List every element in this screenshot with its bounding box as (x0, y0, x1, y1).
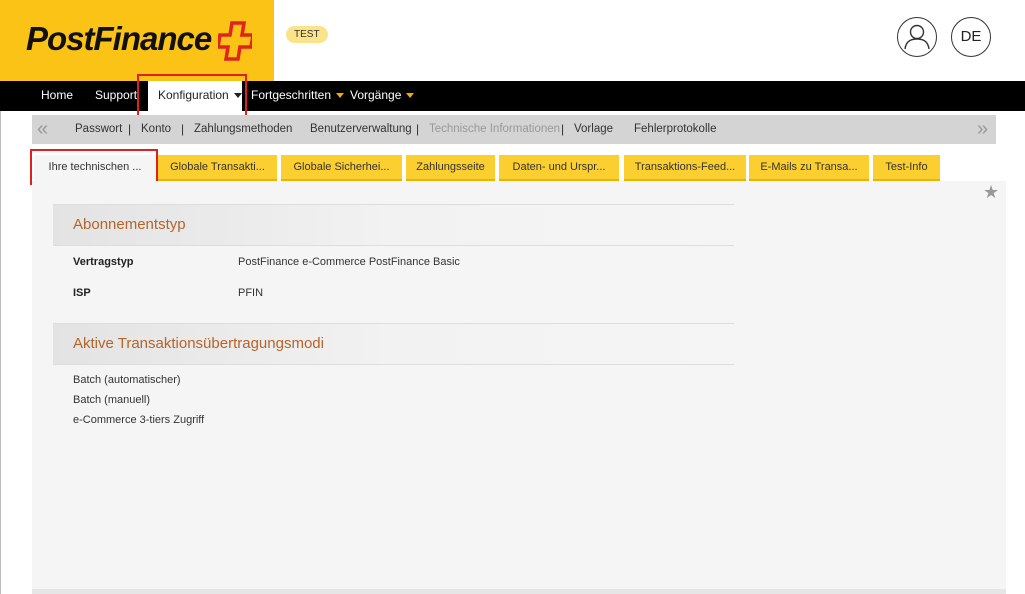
nav-home[interactable]: Home (41, 81, 73, 111)
subnav-fehlerprotokolle[interactable]: Fehlerprotokolle (634, 115, 716, 144)
brand-logo: PostFinance (26, 20, 212, 57)
subnav-konto[interactable]: Konto (141, 115, 171, 144)
user-icon (904, 24, 930, 50)
tab-test-info[interactable]: Test-Info (873, 155, 940, 181)
subnav-vorlage[interactable]: Vorlage (574, 115, 613, 144)
swiss-cross-icon (218, 21, 252, 61)
subnav-passwort[interactable]: Passwort (75, 115, 122, 144)
chevron-down-icon (406, 93, 415, 99)
list-item: Batch (automatischer) (73, 374, 181, 386)
subnav-separator: | (561, 122, 565, 136)
label-vertragstyp: Vertragstyp (73, 256, 134, 268)
chevron-down-icon (233, 93, 242, 99)
nav-vorgaenge[interactable]: Vorgänge (350, 81, 415, 111)
label-isp: ISP (73, 287, 91, 299)
section-title: Aktive Transaktionsübertragungsmodi (73, 335, 324, 352)
nav-fortgeschritten-label: Fortgeschritten (251, 88, 332, 102)
star-icon[interactable]: ★ (983, 182, 999, 203)
subnav-separator: | (416, 122, 420, 136)
environment-badge: TEST (286, 26, 328, 43)
tab-zahlungsseite[interactable]: Zahlungsseite (406, 155, 495, 181)
subnav-technische-informationen: Technische Informationen (429, 123, 561, 135)
content-panel-bottom-border (32, 589, 1006, 594)
tab-daten-ursprung[interactable]: Daten- und Urspr... (499, 155, 619, 181)
chevron-down-icon (336, 93, 345, 99)
logo-area[interactable]: PostFinance (0, 0, 274, 81)
subnav-separator: | (181, 122, 185, 136)
list-item: e-Commerce 3-tiers Zugriff (73, 414, 205, 426)
subnav-separator: | (128, 122, 132, 136)
nav-konfiguration-label: Konfiguration (158, 88, 229, 102)
subnav-zahlungsmethoden[interactable]: Zahlungsmethoden (194, 115, 292, 144)
section-header-transaktionsmodi: Aktive Transaktionsübertragungsmodi (53, 323, 734, 365)
nav-fortgeschritten[interactable]: Fortgeschritten (251, 81, 345, 111)
tab-transaktions-feedback[interactable]: Transaktions-Feed... (624, 155, 746, 181)
value-vertragstyp: PostFinance e-Commerce PostFinance Basic (238, 256, 460, 268)
subnav-next-icon[interactable]: » (977, 117, 988, 141)
tab-globale-sicherheitsparameter[interactable]: Globale Sicherhei... (281, 155, 402, 181)
section-title: Abonnementstyp (73, 216, 186, 233)
user-account-button[interactable] (897, 17, 937, 57)
nav-home-label: Home (41, 88, 74, 102)
nav-support[interactable]: Support (95, 81, 137, 111)
subnav-prev-icon[interactable]: « (37, 117, 48, 141)
nav-support-label: Support (95, 88, 138, 102)
subnav-benutzerverwaltung[interactable]: Benutzerverwaltung (310, 115, 412, 144)
list-item: Batch (manuell) (73, 394, 151, 406)
section-header-abonnementstyp: Abonnementstyp (53, 204, 734, 246)
tab-technische-informationen[interactable]: Ihre technischen ... (34, 155, 156, 181)
tab-globale-transaktionsparameter[interactable]: Globale Transakti... (158, 155, 277, 181)
value-isp: PFIN (238, 287, 264, 299)
nav-vorgaenge-label: Vorgänge (350, 88, 402, 102)
sub-navigation: « Passwort | Konto | Zahlungsmethoden Be… (32, 115, 996, 144)
tab-emails-transaktionen[interactable]: E-Mails zu Transa... (749, 155, 869, 181)
language-selector[interactable]: DE (951, 17, 991, 57)
main-navigation: Home Support Konfiguration Fortgeschritt… (0, 81, 1025, 111)
nav-konfiguration[interactable]: Konfiguration (148, 81, 242, 111)
